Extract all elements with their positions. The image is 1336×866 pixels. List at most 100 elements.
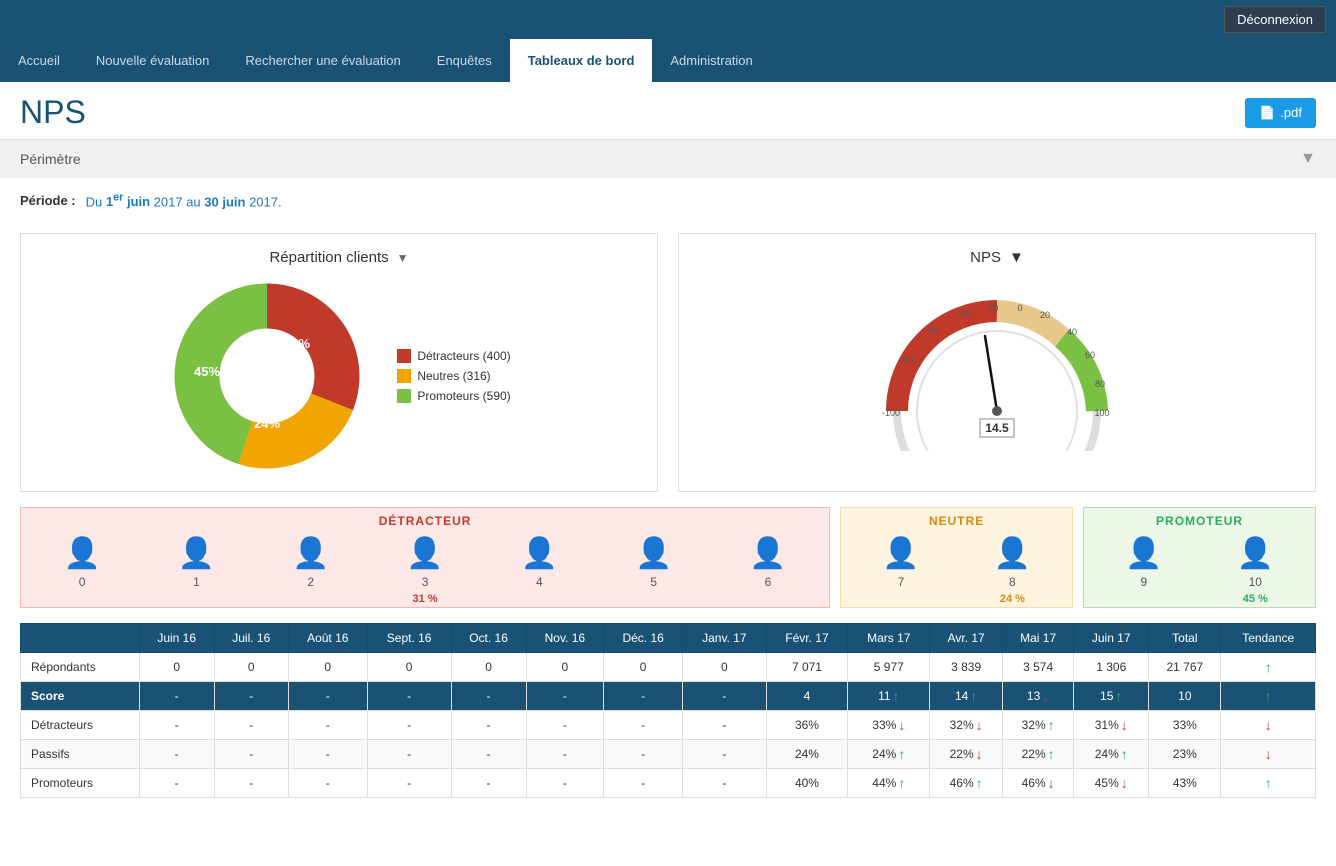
repartition-card: Répartition clients ▼ bbox=[20, 233, 658, 492]
legend-neutres: Neutres (316) bbox=[397, 369, 510, 383]
main-nav: Accueil Nouvelle évaluation Rechercher u… bbox=[0, 39, 1336, 82]
person-icon-0: 👤 bbox=[63, 536, 100, 571]
table-row-passifs: Passifs - - - - - - - - 24% 24% ↑ 22% ↓ … bbox=[21, 740, 1316, 769]
score-num-7: 7 bbox=[898, 575, 905, 589]
trend-up-icon: ↑ bbox=[1121, 746, 1128, 762]
col-header-juin17: Juin 17 bbox=[1074, 624, 1149, 653]
score-num-6: 6 bbox=[765, 575, 772, 589]
table-row-repondants: Répondants 0 0 0 0 0 0 0 0 7 071 5 977 3… bbox=[21, 653, 1316, 682]
periode-label: Période : bbox=[20, 193, 76, 208]
col-header-total: Total bbox=[1149, 624, 1221, 653]
score-num-8: 8 bbox=[1009, 575, 1016, 589]
repartition-dropdown-icon[interactable]: ▼ bbox=[397, 251, 409, 265]
svg-text:0: 0 bbox=[1017, 303, 1022, 313]
trend-down-icon: ↓ bbox=[1048, 775, 1055, 791]
nps-title: NPS ▼ bbox=[694, 249, 1300, 266]
periode-row: Période : Du 1er juin 2017 au 30 juin 20… bbox=[0, 178, 1336, 223]
score-num-9: 9 bbox=[1140, 575, 1147, 589]
deconnexion-button[interactable]: Déconnexion bbox=[1224, 6, 1326, 33]
nav-tableaux-de-bord[interactable]: Tableaux de bord bbox=[510, 39, 653, 82]
detracteur-icons: 👤 0 👤 1 👤 2 👤 3 31 % bbox=[21, 532, 829, 607]
trend-up-icon: ↑ bbox=[970, 688, 977, 704]
score-num-4: 4 bbox=[536, 575, 543, 589]
pdf-icon: 📄 bbox=[1259, 105, 1275, 121]
row-label-detracteurs: Détracteurs bbox=[21, 711, 140, 740]
score-14-cell: 15 ↑ bbox=[1080, 688, 1142, 704]
person-icon-1: 👤 bbox=[178, 536, 215, 571]
trend-up-icon: ↑ bbox=[1265, 775, 1272, 791]
perimetre-bar[interactable]: Périmètre ▼ bbox=[0, 140, 1336, 178]
nps-card: NPS ▼ -100 -80 -60 -40 -20 bbox=[678, 233, 1316, 492]
score-num-0: 0 bbox=[79, 575, 86, 589]
col-header-nov16: Nov. 16 bbox=[526, 624, 604, 653]
score-item-4: 👤 4 bbox=[521, 536, 558, 605]
perimetre-label: Périmètre bbox=[20, 151, 81, 167]
svg-text:20: 20 bbox=[1040, 310, 1050, 320]
legend-detracteurs: Détracteurs (400) bbox=[397, 349, 510, 363]
trend-down-icon: ↓ bbox=[976, 746, 983, 762]
svg-text:-40: -40 bbox=[957, 308, 970, 318]
neutre-icons: 👤 7 👤 8 24 % bbox=[841, 532, 1072, 607]
promoteur-icons: 👤 9 👤 10 45 % bbox=[1084, 532, 1315, 607]
person-icon-6: 👤 bbox=[749, 536, 786, 571]
nav-enquetes[interactable]: Enquêtes bbox=[419, 39, 510, 82]
row-label-repondants: Répondants bbox=[21, 653, 140, 682]
score-detracteur-section: DÉTRACTEUR 👤 0 👤 1 👤 2 bbox=[20, 507, 830, 608]
charts-row: Répartition clients ▼ bbox=[0, 223, 1336, 502]
score-num-1: 1 bbox=[193, 575, 200, 589]
svg-text:60: 60 bbox=[1085, 350, 1095, 360]
table-row-score: Score - - - - - - - - 4 11 ↑ 14 ↑ 13 ↓ 1… bbox=[21, 682, 1316, 711]
nav-nouvelle-evaluation[interactable]: Nouvelle évaluation bbox=[78, 39, 227, 82]
trend-up-icon: ↑ bbox=[1048, 746, 1055, 762]
score-item-3: 👤 3 31 % bbox=[406, 536, 443, 605]
score-sections: DÉTRACTEUR 👤 0 👤 1 👤 2 bbox=[20, 507, 1316, 608]
score-item-0: 👤 0 bbox=[63, 536, 100, 605]
svg-text:80: 80 bbox=[1095, 379, 1105, 389]
periode-value: Du 1er juin 2017 au 30 juin 2017. bbox=[86, 192, 282, 209]
person-icon-5: 👤 bbox=[635, 536, 672, 571]
score-num-10: 10 bbox=[1249, 575, 1262, 589]
row-label-passifs: Passifs bbox=[21, 740, 140, 769]
trend-down-icon: ↓ bbox=[1042, 688, 1049, 704]
score-row-wrapper: DÉTRACTEUR 👤 0 👤 1 👤 2 bbox=[0, 502, 1336, 613]
nps-dropdown-icon[interactable]: ▼ bbox=[1009, 249, 1024, 266]
col-header-juil16: Juil. 16 bbox=[214, 624, 288, 653]
person-icon-8: 👤 bbox=[994, 536, 1031, 571]
person-icon-7: 👤 bbox=[882, 536, 919, 571]
col-header-juin16: Juin 16 bbox=[139, 624, 214, 653]
pdf-button[interactable]: 📄 .pdf bbox=[1245, 98, 1316, 128]
col-header-mai17: Mai 17 bbox=[1003, 624, 1074, 653]
svg-text:-80: -80 bbox=[900, 355, 913, 365]
page-header: NPS 📄 .pdf bbox=[0, 82, 1336, 140]
nav-administration[interactable]: Administration bbox=[652, 39, 770, 82]
trend-down-icon: ↓ bbox=[976, 717, 983, 733]
nav-accueil[interactable]: Accueil bbox=[0, 39, 78, 82]
data-table: Juin 16 Juil. 16 Août 16 Sept. 16 Oct. 1… bbox=[20, 623, 1316, 798]
row-label-promoteurs: Promoteurs bbox=[21, 769, 140, 798]
data-table-wrapper: Juin 16 Juil. 16 Août 16 Sept. 16 Oct. 1… bbox=[0, 613, 1336, 818]
page-title: NPS bbox=[20, 94, 86, 131]
col-header-oct16: Oct. 16 bbox=[451, 624, 526, 653]
score-item-10: 👤 10 45 % bbox=[1237, 536, 1274, 605]
repartition-legend: Détracteurs (400) Neutres (316) Promoteu… bbox=[397, 349, 510, 403]
svg-text:45%: 45% bbox=[194, 364, 220, 379]
trend-down-icon: ↓ bbox=[898, 717, 905, 733]
trend-down-icon: ↓ bbox=[1121, 717, 1128, 733]
repartition-content: 31% 24% 45% Détracteurs (400) Neutres (3… bbox=[36, 276, 642, 476]
col-header-dec16: Déc. 16 bbox=[604, 624, 683, 653]
gauge-wrapper: -100 -80 -60 -40 -20 0 20 40 60 80 100 1 bbox=[877, 291, 1117, 454]
nav-rechercher-evaluation[interactable]: Rechercher une évaluation bbox=[227, 39, 418, 82]
col-header-aout16: Août 16 bbox=[288, 624, 367, 653]
col-header-mars17: Mars 17 bbox=[848, 624, 930, 653]
score-neutre-section: NEUTRE 👤 7 👤 8 24 % bbox=[840, 507, 1073, 608]
legend-color-det bbox=[397, 349, 411, 363]
score-item-1: 👤 1 bbox=[178, 536, 215, 605]
score-item-6: 👤 6 bbox=[749, 536, 786, 605]
col-header-tendance: Tendance bbox=[1221, 624, 1316, 653]
person-icon-9: 👤 bbox=[1125, 536, 1162, 571]
top-bar: Déconnexion bbox=[0, 0, 1336, 39]
svg-text:24%: 24% bbox=[254, 416, 280, 431]
score-12-cell: 14 ↑ bbox=[936, 688, 996, 704]
perimetre-chevron-icon[interactable]: ▼ bbox=[1300, 150, 1316, 168]
score-num-2: 2 bbox=[307, 575, 314, 589]
